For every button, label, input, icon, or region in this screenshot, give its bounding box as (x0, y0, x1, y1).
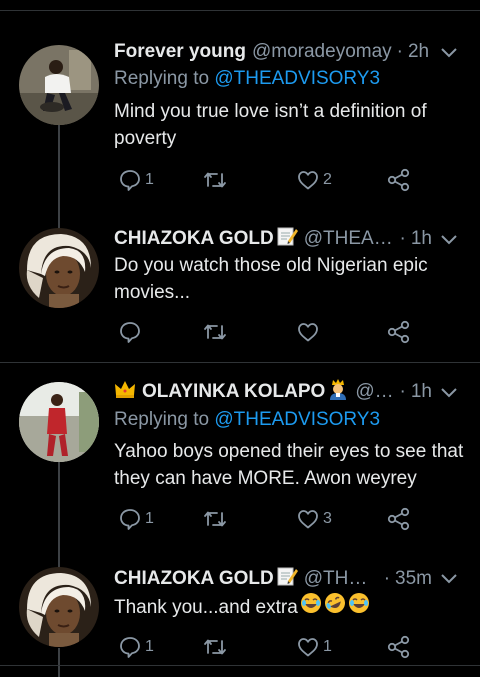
tweet-text: Mind you true love isn’t a definition of… (114, 101, 427, 149)
tweet-header: CHIAZOKA GOLD @THEA... · 35m (114, 564, 432, 594)
mention-link[interactable]: @THEADVISORY3 (214, 68, 380, 89)
reply-icon (118, 168, 142, 192)
thread-line (58, 462, 60, 572)
tweet-text: Yahoo boys opened their eyes to see that… (114, 441, 464, 489)
reply-count: 1 (145, 510, 154, 527)
chevron-down-icon[interactable] (438, 41, 460, 63)
reply-icon (118, 320, 142, 344)
tweet-text-row: Thank you...and extra (114, 592, 464, 622)
reply-icon (118, 507, 142, 531)
reply-count: 1 (145, 638, 154, 655)
laughing-emoji (300, 592, 322, 622)
retweet-icon (202, 320, 228, 344)
tweet-header: CHIAZOKA GOLD @THEAD... · 1h (114, 224, 432, 254)
timestamp[interactable]: 1h (411, 228, 432, 250)
avatar[interactable] (19, 382, 99, 462)
share-button[interactable] (386, 504, 412, 534)
rofl-emoji (324, 592, 346, 622)
chevron-down-icon[interactable] (438, 381, 460, 403)
retweet-icon (202, 635, 228, 659)
like-button[interactable]: 1 (296, 632, 332, 662)
reply-icon (118, 635, 142, 659)
like-button[interactable]: 3 (296, 504, 332, 534)
avatar[interactable] (19, 45, 99, 125)
share-icon (386, 167, 412, 193)
replying-to: Replying to @THEADVISORY3 (114, 409, 380, 431)
tweet-actions: 1 2 (114, 165, 424, 195)
laughing-emoji (348, 592, 370, 622)
reply-button[interactable]: 1 (118, 504, 154, 534)
username[interactable]: @moradeyomay (252, 41, 392, 63)
reply-button[interactable]: 1 (118, 165, 154, 195)
reply-button[interactable] (118, 317, 145, 347)
replying-to-label: Replying to (114, 409, 210, 430)
retweet-button[interactable] (202, 504, 231, 534)
separator-dot: · (399, 228, 406, 249)
chevron-down-icon[interactable] (438, 228, 460, 250)
timestamp[interactable]: 35m (395, 568, 432, 590)
share-button[interactable] (386, 632, 412, 662)
tweet-actions: 1 3 (114, 504, 424, 534)
separator-dot: · (383, 568, 391, 589)
share-icon (386, 634, 412, 660)
crown-emoji (114, 379, 136, 405)
thread-line (58, 125, 60, 235)
timestamp[interactable]: 2h (408, 41, 429, 63)
avatar[interactable] (19, 228, 99, 308)
like-count: 3 (323, 510, 332, 527)
like-icon (296, 168, 320, 192)
like-button[interactable] (296, 317, 323, 347)
tweet-header: Forever young @moradeyomay · 2h (114, 37, 432, 67)
mention-link[interactable]: @THEADVISORY3 (214, 409, 380, 430)
like-icon (296, 635, 320, 659)
tweet-header: OLAYINKA KOLAPO @th... · 1h (114, 377, 432, 407)
thread-line (58, 648, 60, 677)
tweet-text: Do you watch those old Nigerian epic mov… (114, 255, 428, 303)
username[interactable]: @THEA... (304, 568, 379, 590)
retweet-icon (202, 168, 228, 192)
tweet-divider (0, 665, 480, 666)
display-name[interactable]: Forever young (114, 41, 246, 63)
display-name[interactable]: OLAYINKA KOLAPO (142, 381, 325, 403)
tweet-actions (114, 317, 424, 347)
like-icon (296, 507, 320, 531)
timestamp[interactable]: 1h (411, 381, 432, 403)
like-icon (296, 320, 320, 344)
retweet-icon (202, 507, 228, 531)
like-count: 2 (323, 171, 332, 188)
tweet-actions: 1 1 (114, 632, 424, 662)
memo-emoji (276, 225, 298, 253)
like-count: 1 (323, 638, 332, 655)
retweet-button[interactable] (202, 632, 231, 662)
chevron-down-icon[interactable] (438, 567, 460, 589)
username[interactable]: @th... (355, 381, 394, 403)
tweet-text: Thank you...and extra (114, 596, 298, 618)
like-button[interactable]: 2 (296, 165, 332, 195)
separator-dot: · (396, 41, 403, 62)
share-icon (386, 319, 412, 345)
replying-to: Replying to @THEADVISORY3 (114, 68, 380, 90)
share-button[interactable] (386, 165, 412, 195)
tweet-divider (0, 362, 480, 363)
memo-emoji (276, 565, 298, 593)
share-icon (386, 506, 412, 532)
username[interactable]: @THEAD... (304, 228, 395, 250)
share-button[interactable] (386, 317, 412, 347)
retweet-button[interactable] (202, 317, 231, 347)
display-name[interactable]: CHIAZOKA GOLD (114, 568, 274, 590)
reply-button[interactable]: 1 (118, 632, 154, 662)
retweet-button[interactable] (202, 165, 231, 195)
reply-count: 1 (145, 171, 154, 188)
separator-dot: · (399, 381, 406, 402)
man-emoji (327, 378, 349, 406)
display-name[interactable]: CHIAZOKA GOLD (114, 228, 274, 250)
replying-to-label: Replying to (114, 68, 210, 89)
avatar[interactable] (19, 567, 99, 647)
